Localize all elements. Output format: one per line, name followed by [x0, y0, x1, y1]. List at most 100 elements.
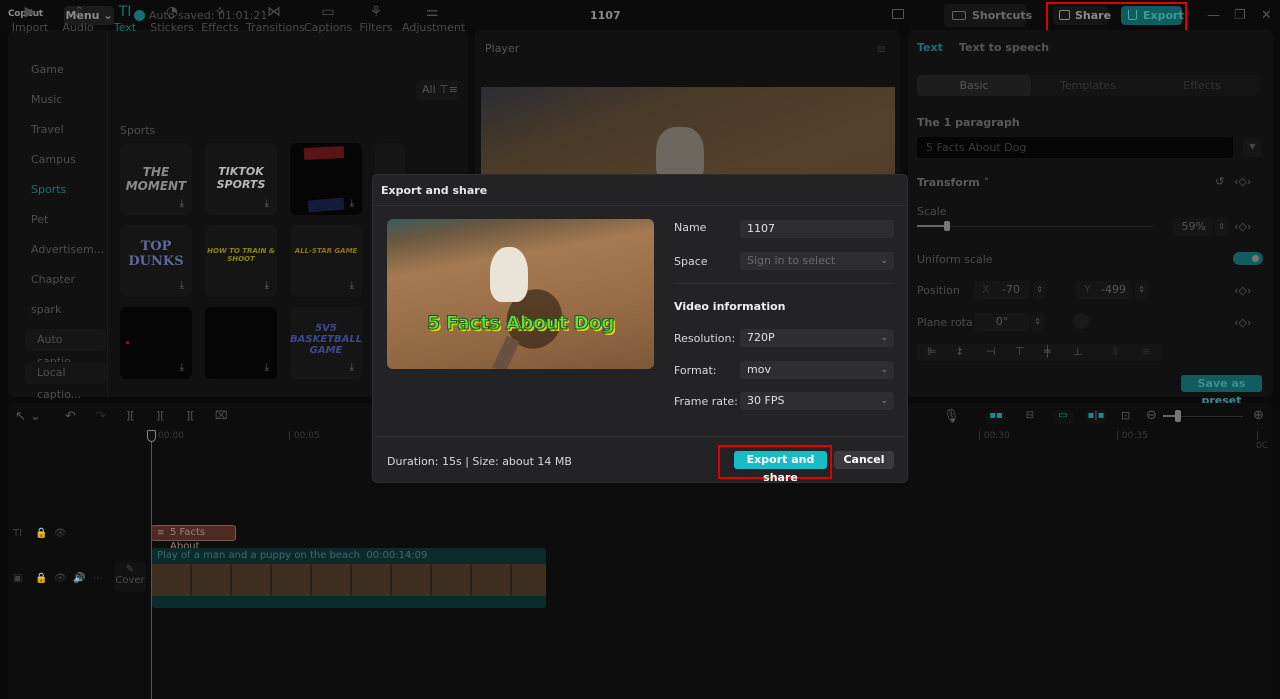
delete-icon[interactable]: ⌧ [215, 409, 228, 422]
format-select[interactable]: mov ⌄ [740, 361, 894, 379]
text-template-tile[interactable]: TOP DUNKS ⤓ [120, 225, 192, 297]
cancel-button[interactable]: Cancel [834, 451, 894, 469]
tool-text[interactable]: TI Text [101, 3, 149, 34]
zoom-in-icon[interactable]: ⊕ [1253, 408, 1264, 423]
segment-effects[interactable]: Effects [1145, 75, 1259, 96]
shortcuts-button[interactable]: Shortcuts [944, 4, 1032, 27]
download-icon[interactable]: ⤓ [180, 198, 184, 209]
paragraph-input[interactable]: 5 Facts About Dog [917, 137, 1233, 158]
lock-icon[interactable]: 🔒 [35, 573, 47, 584]
align-center-v-icon[interactable]: ╪ [1044, 345, 1051, 358]
category-item[interactable]: Travel [31, 123, 64, 136]
category-item[interactable]: Advertisem... [31, 243, 104, 256]
rotation-stepper[interactable]: ⇕ [1031, 313, 1044, 331]
undo-icon[interactable]: ↶ [65, 409, 76, 424]
position-x-input[interactable]: X -70 [974, 281, 1030, 299]
eye-icon[interactable]: 👁 [54, 528, 67, 539]
microphone-icon[interactable]: 🎙 [943, 409, 960, 424]
tool-effects[interactable]: ✧ Effects [196, 3, 244, 34]
text-template-tile[interactable]: THE MOMENT ⤓ [120, 143, 192, 215]
download-icon[interactable]: ⤓ [265, 198, 269, 209]
uniform-scale-toggle[interactable] [1233, 252, 1263, 265]
filter-all-button[interactable]: All ⊤≡ [416, 80, 458, 100]
redo-icon[interactable]: ↷ [95, 409, 106, 424]
lock-icon[interactable]: 🔒 [35, 528, 47, 539]
category-item[interactable]: spark [31, 303, 61, 316]
trim-left-icon[interactable]: ][ [156, 409, 165, 422]
tool-filters[interactable]: ⚘ Filters [352, 3, 400, 34]
magnet-icon[interactable]: ▪▪ [986, 410, 1006, 424]
text-template-tile[interactable]: HOW TO TRAIN & SHOOT ⤓ [205, 225, 277, 297]
scale-slider-track[interactable] [917, 226, 1153, 227]
category-item[interactable]: Campus [31, 153, 76, 166]
keyframe-icon[interactable]: ‹◇› [1234, 220, 1251, 233]
close-button[interactable]: ✕ [1261, 8, 1272, 23]
text-template-tile[interactable]: ⤓ [290, 143, 362, 215]
playhead-line[interactable] [151, 430, 152, 699]
tool-transitions[interactable]: ⋈ Transitions [246, 3, 305, 34]
tool-captions[interactable]: ▭ Captions [304, 3, 352, 34]
frame-rate-select[interactable]: 30 FPS ⌄ [740, 392, 894, 410]
export-and-share-button[interactable]: Export and share [734, 451, 827, 484]
align-left-icon[interactable]: ⊫ [927, 345, 937, 358]
eye-icon[interactable]: 👁 [54, 573, 67, 584]
download-icon[interactable]: ⤓ [180, 362, 184, 373]
tool-adjustment[interactable]: ⚌ Adjustment [402, 3, 465, 34]
segment-basic[interactable]: Basic [917, 75, 1031, 96]
zoom-out-icon[interactable]: ⊖ [1146, 408, 1157, 423]
category-item[interactable]: Music [31, 93, 62, 106]
rotation-dial[interactable] [1073, 313, 1089, 329]
download-icon[interactable]: ⤓ [180, 280, 184, 291]
reset-icon[interactable]: ↺ [1215, 175, 1224, 188]
playhead-handle[interactable] [147, 430, 156, 442]
tab-text[interactable]: Text [917, 41, 943, 54]
align-bottom-icon[interactable]: ⊥ [1073, 345, 1083, 358]
category-item[interactable]: Chapter [31, 273, 75, 286]
cover-button[interactable]: ✎ Cover [114, 562, 146, 592]
keyframe-icon[interactable]: ‹◇› [1234, 316, 1251, 329]
category-item[interactable]: Game [31, 63, 64, 76]
keyframe-icon[interactable]: ‹◇› [1234, 175, 1251, 188]
download-icon[interactable]: ⤓ [350, 362, 354, 373]
rotation-input[interactable]: 0° [974, 313, 1030, 331]
download-icon[interactable]: ⤓ [265, 362, 269, 373]
zoom-slider-handle[interactable] [1175, 410, 1181, 422]
position-y-input[interactable]: Y -499 [1076, 281, 1132, 299]
align-right-icon[interactable]: ⊣ [986, 345, 996, 358]
audio-mute-icon[interactable]: 🔊 [73, 573, 85, 584]
layout-icon[interactable] [892, 9, 904, 19]
keyframe-icon[interactable]: ‹◇› [1234, 284, 1251, 297]
text-template-tile[interactable]: ALL-STAR GAME ⤓ [290, 225, 362, 297]
more-icon[interactable]: ⋯ [93, 573, 103, 584]
share-button[interactable]: Share [1053, 6, 1111, 25]
scale-input[interactable]: 59% [1173, 218, 1212, 236]
position-x-stepper[interactable]: ⇕ [1033, 281, 1046, 299]
minimize-button[interactable]: — [1207, 8, 1220, 23]
select-tool-icon[interactable]: ↖ ⌄ [15, 409, 41, 424]
download-icon[interactable]: ⤓ [350, 280, 354, 291]
text-template-tile[interactable]: ⤓ [205, 307, 277, 379]
distribute-h-icon[interactable]: ⫴ [1113, 345, 1118, 359]
text-template-tile[interactable]: TIKTOK SPORTS ⤓ [205, 143, 277, 215]
tab-text-to-speech[interactable]: Text to speech [959, 41, 1049, 54]
player-menu-icon[interactable]: ≡ [876, 42, 886, 56]
trim-right-icon[interactable]: ][ [186, 409, 195, 422]
text-template-tile[interactable]: 5V5 BASKETBALL GAME ⤓ [290, 307, 362, 379]
align-center-h-icon[interactable]: ‡ [957, 345, 963, 358]
name-input[interactable]: 1107 [740, 220, 894, 238]
text-template-tile[interactable]: ⤓ [120, 307, 192, 379]
preview-axis-icon[interactable]: ▪|▪ [1086, 410, 1106, 424]
scale-slider-handle[interactable] [944, 221, 950, 231]
download-icon[interactable]: ⤓ [350, 198, 354, 209]
space-select[interactable]: Sign in to select ⌄ [740, 252, 894, 270]
position-y-stepper[interactable]: ⇕ [1135, 281, 1148, 299]
text-clip[interactable]: ≡ 5 Facts About [151, 525, 236, 552]
resolution-select[interactable]: 720P ⌄ [740, 329, 894, 347]
restore-button[interactable]: ❐ [1234, 8, 1246, 23]
linkage-icon[interactable]: ▭ [1053, 410, 1073, 424]
distribute-v-icon[interactable]: ≡ [1142, 345, 1151, 358]
split-icon[interactable]: ][ [126, 409, 135, 422]
download-icon[interactable]: ⤓ [265, 280, 269, 291]
paragraph-dropdown[interactable]: ▼ [1243, 138, 1262, 157]
export-button[interactable]: Export [1121, 6, 1184, 25]
